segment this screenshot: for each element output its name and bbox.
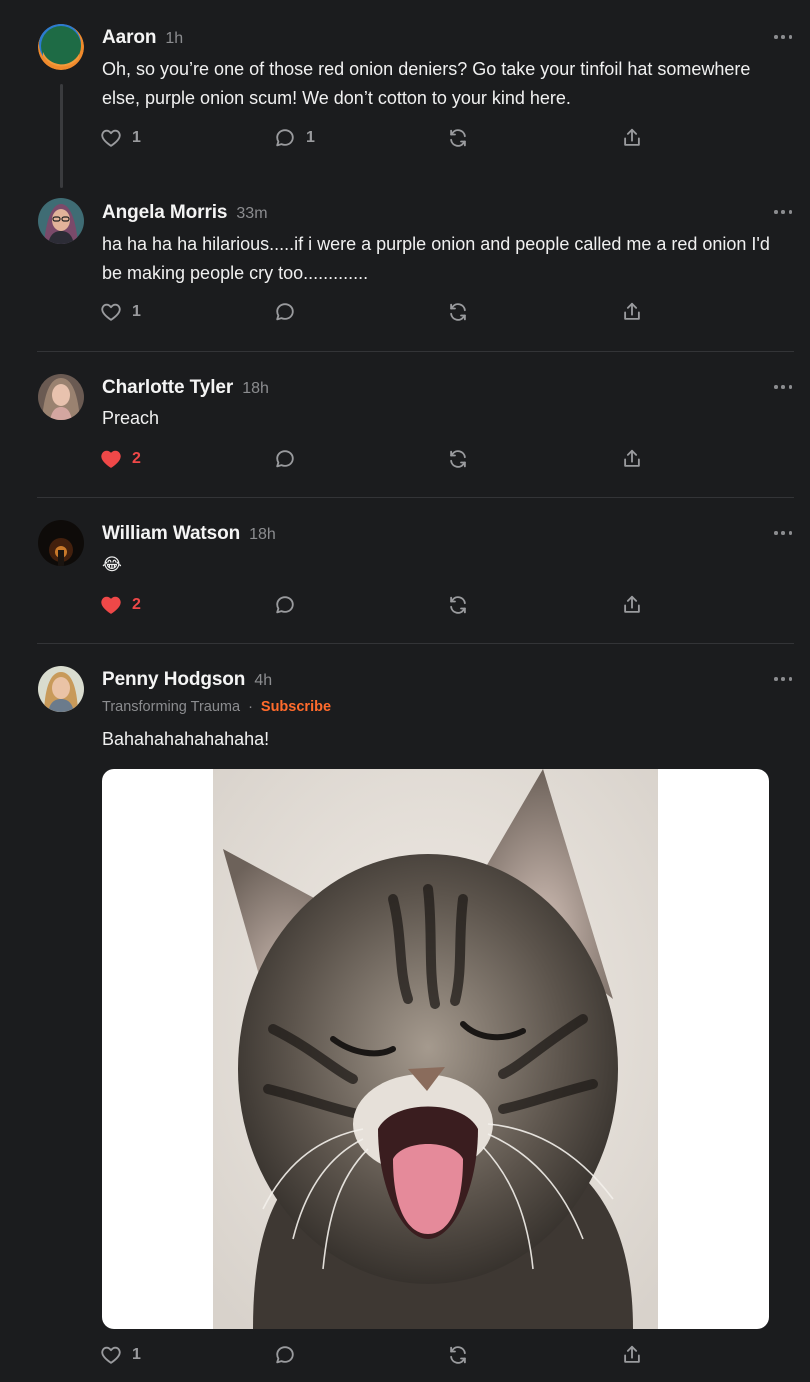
author-name[interactable]: Charlotte Tyler — [102, 377, 233, 399]
share-icon — [624, 449, 640, 467]
comment-body: Preach — [102, 408, 160, 428]
publication-line: Transforming Trauma · Subscribe — [102, 699, 331, 715]
comment-icon — [276, 303, 294, 321]
reply-button[interactable] — [274, 301, 296, 323]
author-name[interactable]: Angela Morris — [102, 202, 228, 224]
separator-dot: · — [248, 699, 253, 715]
avatar[interactable] — [38, 520, 84, 566]
publication-name[interactable]: Transforming Trauma — [102, 699, 240, 715]
author-name[interactable]: Penny Hodgson — [102, 669, 245, 691]
heart-icon — [101, 303, 121, 321]
like-button[interactable]: 2 — [100, 448, 141, 470]
reply-count: 1 — [306, 129, 315, 146]
more-icon[interactable] — [774, 528, 792, 538]
heart-icon — [101, 450, 121, 468]
avatar[interactable] — [38, 198, 84, 244]
comment-icon — [276, 596, 294, 614]
comment-body: ha ha ha ha hilarious.....if i were a pu… — [102, 234, 770, 283]
share-icon — [624, 302, 640, 320]
timestamp[interactable]: 1h — [165, 30, 183, 48]
heart-icon — [101, 1346, 121, 1364]
author-name[interactable]: Aaron — [102, 27, 157, 49]
share-button[interactable] — [621, 448, 643, 470]
heart-icon — [101, 129, 121, 147]
avatar[interactable] — [38, 666, 84, 712]
comment-charlotte-tyler: Charlotte Tyler 18h Preach 2 — [0, 352, 810, 497]
like-count: 2 — [132, 450, 141, 467]
restack-button[interactable] — [447, 448, 469, 470]
reply-button[interactable] — [274, 448, 296, 470]
kitten-photo — [213, 769, 658, 1329]
comment-angela-morris: Angela Morris 33m ha ha ha ha hilarious.… — [0, 190, 810, 352]
timestamp[interactable]: 18h — [249, 526, 276, 544]
more-icon[interactable] — [774, 382, 792, 392]
subscribe-link[interactable]: Subscribe — [261, 699, 331, 715]
restack-icon — [450, 303, 466, 321]
like-button[interactable]: 1 — [100, 127, 141, 149]
timestamp[interactable]: 4h — [254, 672, 272, 690]
more-icon[interactable] — [774, 207, 792, 217]
like-button[interactable]: 2 — [100, 594, 141, 616]
comment-icon — [276, 129, 294, 147]
restack-button[interactable] — [447, 127, 469, 149]
more-icon[interactable] — [774, 32, 792, 42]
restack-icon — [450, 1346, 466, 1364]
heart-icon — [101, 596, 121, 614]
comment-icon — [276, 1346, 294, 1364]
comment-william-watson: William Watson 18h 😂 2 — [0, 498, 810, 643]
restack-button[interactable] — [447, 1344, 469, 1366]
like-button[interactable]: 1 — [100, 1344, 141, 1366]
action-bar: 2 — [100, 594, 660, 620]
comment-body: Bahahahahahahaha! — [102, 729, 270, 749]
comment-aaron: Aaron 1h Oh, so you’re one of those red … — [0, 0, 810, 190]
avatar[interactable] — [38, 374, 84, 420]
share-button[interactable] — [621, 127, 643, 149]
share-icon — [624, 1345, 640, 1363]
like-count: 1 — [132, 129, 141, 146]
like-count: 1 — [132, 303, 141, 320]
more-icon[interactable] — [774, 674, 792, 684]
restack-button[interactable] — [447, 301, 469, 323]
like-button[interactable]: 1 — [100, 301, 141, 323]
like-count: 1 — [132, 1346, 141, 1363]
comment-body: Oh, so you’re one of those red onion den… — [102, 59, 751, 108]
action-bar: 2 — [100, 448, 660, 474]
reply-button[interactable]: 1 — [274, 127, 315, 149]
share-button[interactable] — [621, 1344, 643, 1366]
timestamp[interactable]: 18h — [242, 380, 269, 398]
avatar[interactable] — [38, 24, 84, 70]
like-count: 2 — [132, 596, 141, 613]
comment-thread: Aaron 1h Oh, so you’re one of those red … — [0, 0, 810, 1382]
timestamp[interactable]: 33m — [236, 205, 267, 223]
restack-icon — [450, 450, 466, 468]
restack-icon — [450, 596, 466, 614]
comment-body: 😂 — [102, 555, 122, 574]
thread-line — [60, 84, 63, 188]
comment-icon — [276, 450, 294, 468]
share-button[interactable] — [621, 594, 643, 616]
reply-button[interactable] — [274, 1344, 296, 1366]
restack-icon — [450, 129, 466, 147]
action-bar: 1 — [100, 301, 660, 327]
share-icon — [624, 128, 640, 146]
attached-image[interactable] — [102, 769, 769, 1329]
action-bar: 1 1 — [100, 127, 660, 153]
restack-button[interactable] — [447, 594, 469, 616]
comment-penny-hodgson: Penny Hodgson 4h Transforming Trauma · S… — [0, 644, 810, 1382]
share-button[interactable] — [621, 301, 643, 323]
share-icon — [624, 595, 640, 613]
action-bar: 1 — [100, 1344, 660, 1370]
author-name[interactable]: William Watson — [102, 523, 240, 545]
reply-button[interactable] — [274, 594, 296, 616]
